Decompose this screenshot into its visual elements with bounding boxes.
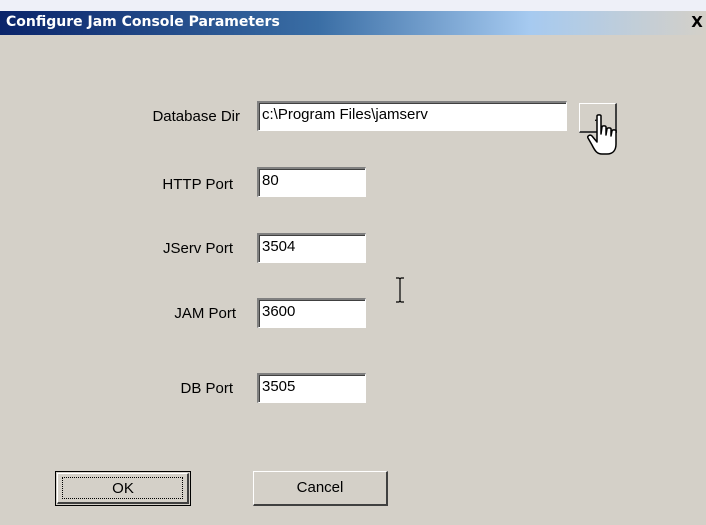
title-bar[interactable]: Configure Jam Console Parameters X xyxy=(0,11,706,35)
jserv-port-field[interactable]: 3504 xyxy=(257,233,366,263)
jam-port-field[interactable]: 3600 xyxy=(257,298,366,328)
cancel-button-label: Cancel xyxy=(296,479,344,496)
window-title: Configure Jam Console Parameters xyxy=(6,14,280,30)
jserv-port-label: JServ Port xyxy=(162,240,233,257)
window-top-edge xyxy=(0,0,706,11)
close-button[interactable]: X xyxy=(688,14,706,32)
db-port-field[interactable]: 3505 xyxy=(257,373,366,403)
http-port-field[interactable]: 80 xyxy=(257,167,366,197)
database-dir-field[interactable]: c:\Program Files\jamserv xyxy=(257,101,567,131)
jam-port-label: JAM Port xyxy=(174,305,236,322)
text-ibeam-cursor-icon xyxy=(396,277,404,303)
ok-button[interactable]: OK xyxy=(55,471,191,506)
db-port-label: DB Port xyxy=(180,380,233,397)
hand-pointer-cursor-icon xyxy=(587,114,617,155)
ok-button-label: OK xyxy=(112,480,134,497)
http-port-label: HTTP Port xyxy=(162,176,233,193)
database-dir-label: Database Dir xyxy=(152,108,240,125)
configure-dialog: Configure Jam Console Parameters X Datab… xyxy=(0,0,706,525)
cancel-button[interactable]: Cancel xyxy=(253,471,388,506)
